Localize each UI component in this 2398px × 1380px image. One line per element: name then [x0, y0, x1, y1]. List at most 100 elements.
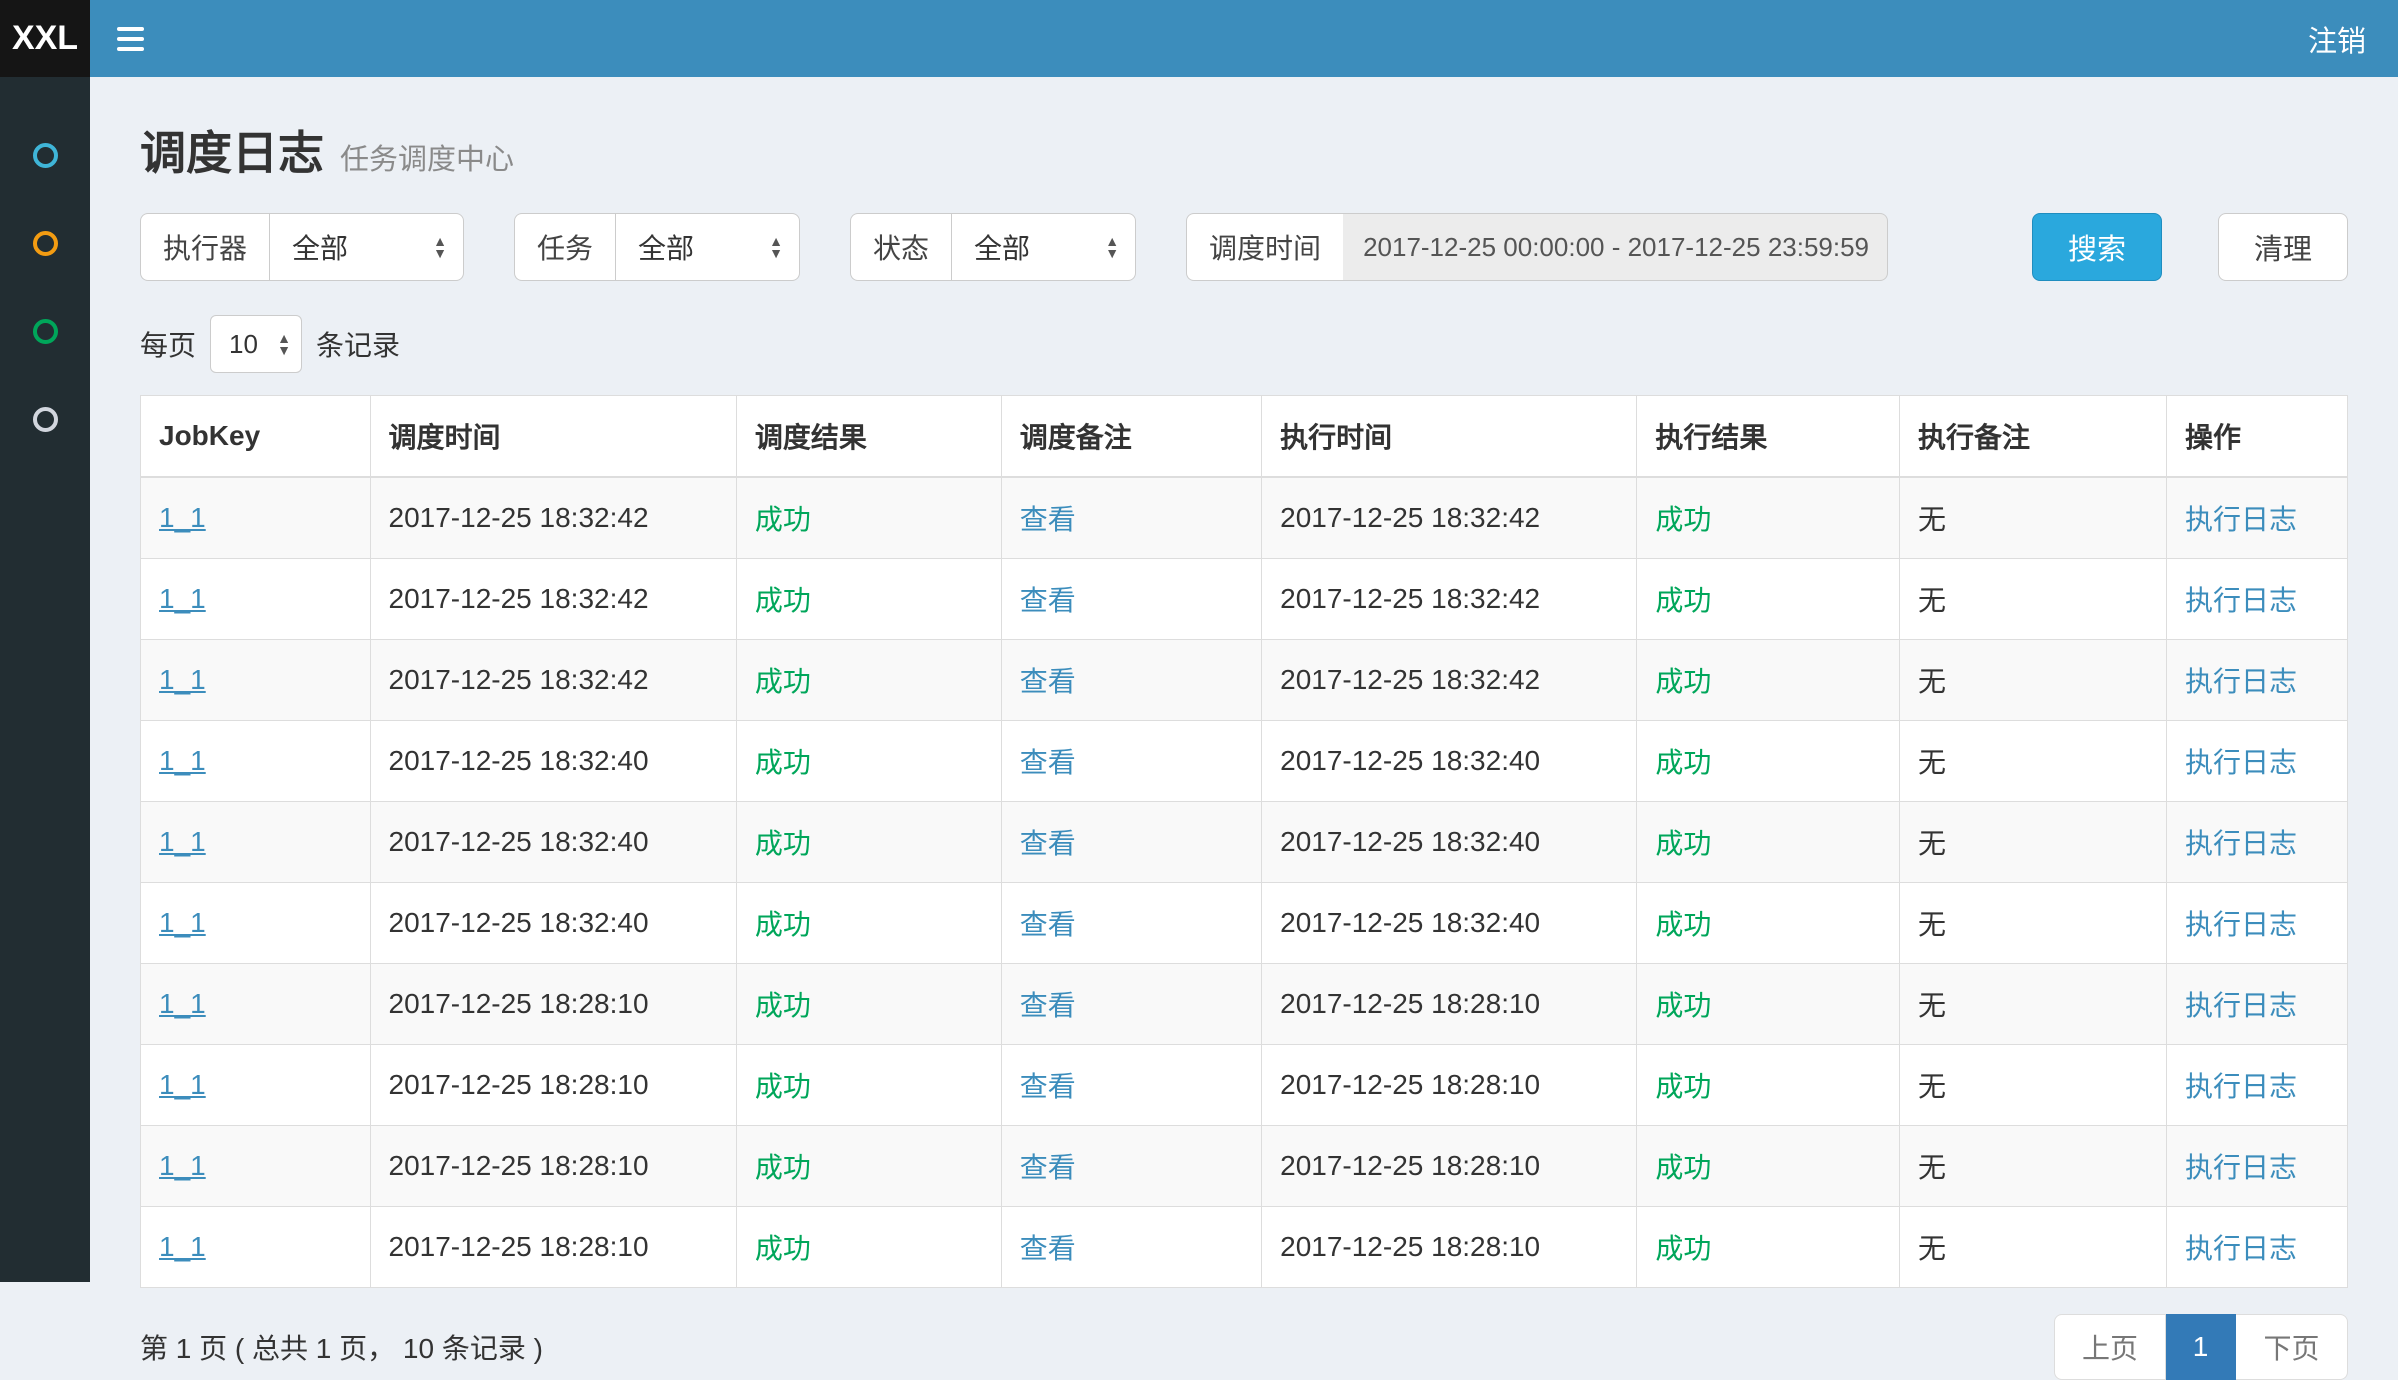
exec-log-link[interactable]: 执行日志: [2185, 828, 2297, 859]
trigger-time: 2017-12-25 18:28:10: [389, 1150, 649, 1181]
trigger-time: 2017-12-25 18:28:10: [389, 988, 649, 1019]
handle-result: 成功: [1655, 585, 1711, 616]
job-filter-label: 任务: [514, 213, 615, 281]
status-select[interactable]: 全部 ▲▼: [951, 213, 1136, 281]
table-row: 1_12017-12-25 18:32:40成功查看2017-12-25 18:…: [141, 721, 2348, 802]
job-key-link[interactable]: 1_1: [159, 745, 206, 776]
table-row: 1_12017-12-25 18:32:42成功查看2017-12-25 18:…: [141, 559, 2348, 640]
handle-time: 2017-12-25 18:28:10: [1280, 988, 1540, 1019]
filter-buttons: 搜索 清理: [2032, 213, 2348, 281]
trigger-result: 成功: [755, 666, 811, 697]
trigger-result: 成功: [755, 990, 811, 1021]
table-row: 1_12017-12-25 18:32:42成功查看2017-12-25 18:…: [141, 640, 2348, 721]
sidebar-item-1[interactable]: [0, 111, 90, 199]
trigger-msg-link[interactable]: 查看: [1020, 909, 1076, 940]
executor-select[interactable]: 全部 ▲▼: [269, 213, 464, 281]
executor-select-value: 全部: [292, 227, 348, 267]
logout-link[interactable]: 注销: [2276, 0, 2398, 77]
trigger-time-range-input[interactable]: 2017-12-25 00:00:00 - 2017-12-25 23:59:5…: [1343, 213, 1888, 281]
sidebar: [0, 77, 90, 1282]
table-header-row: JobKey 调度时间 调度结果 调度备注 执行时间 执行结果 执行备注 操作: [141, 396, 2348, 478]
trigger-result: 成功: [755, 1071, 811, 1102]
job-key-link[interactable]: 1_1: [159, 988, 206, 1019]
header-trigger-result: 调度结果: [736, 396, 1001, 478]
pagination: 上页 1 下页: [2054, 1314, 2348, 1380]
next-page-button[interactable]: 下页: [2236, 1314, 2348, 1380]
trigger-msg-link[interactable]: 查看: [1020, 666, 1076, 697]
exec-log-link[interactable]: 执行日志: [2185, 1152, 2297, 1183]
handle-msg: 无: [1918, 1071, 1946, 1102]
header-jobkey: JobKey: [141, 396, 371, 478]
trigger-msg-link[interactable]: 查看: [1020, 1233, 1076, 1264]
job-key-link[interactable]: 1_1: [159, 583, 206, 614]
hamburger-icon: [117, 47, 144, 51]
sidebar-item-2[interactable]: [0, 199, 90, 287]
handle-result: 成功: [1655, 1152, 1711, 1183]
job-key-link[interactable]: 1_1: [159, 907, 206, 938]
exec-log-link[interactable]: 执行日志: [2185, 585, 2297, 616]
circle-icon: [33, 319, 58, 344]
handle-result: 成功: [1655, 990, 1711, 1021]
exec-log-link[interactable]: 执行日志: [2185, 504, 2297, 535]
trigger-msg-link[interactable]: 查看: [1020, 747, 1076, 778]
handle-msg: 无: [1918, 504, 1946, 535]
exec-log-link[interactable]: 执行日志: [2185, 909, 2297, 940]
handle-time: 2017-12-25 18:32:40: [1280, 745, 1540, 776]
trigger-time: 2017-12-25 18:28:10: [389, 1069, 649, 1100]
trigger-result: 成功: [755, 909, 811, 940]
table-row: 1_12017-12-25 18:32:40成功查看2017-12-25 18:…: [141, 883, 2348, 964]
job-key-link[interactable]: 1_1: [159, 1069, 206, 1100]
sidebar-item-3[interactable]: [0, 287, 90, 375]
prev-page-button[interactable]: 上页: [2054, 1314, 2166, 1380]
trigger-msg-link[interactable]: 查看: [1020, 828, 1076, 859]
trigger-msg-link[interactable]: 查看: [1020, 1071, 1076, 1102]
job-key-link[interactable]: 1_1: [159, 1150, 206, 1181]
handle-result: 成功: [1655, 1233, 1711, 1264]
trigger-msg-link[interactable]: 查看: [1020, 1152, 1076, 1183]
exec-log-link[interactable]: 执行日志: [2185, 990, 2297, 1021]
job-filter-group: 任务 全部 ▲▼: [514, 213, 800, 281]
trigger-msg-link[interactable]: 查看: [1020, 504, 1076, 535]
status-filter-group: 状态 全部 ▲▼: [850, 213, 1136, 281]
handle-msg: 无: [1918, 666, 1946, 697]
handle-time: 2017-12-25 18:28:10: [1280, 1069, 1540, 1100]
job-key-link[interactable]: 1_1: [159, 826, 206, 857]
select-arrows-icon: ▲▼: [1105, 235, 1119, 259]
trigger-time: 2017-12-25 18:32:42: [389, 583, 649, 614]
sidebar-toggle-button[interactable]: [90, 0, 170, 77]
sidebar-item-4[interactable]: [0, 375, 90, 463]
trigger-time-filter-label: 调度时间: [1186, 213, 1343, 281]
job-key-link[interactable]: 1_1: [159, 502, 206, 533]
handle-result: 成功: [1655, 909, 1711, 940]
handle-msg: 无: [1918, 1233, 1946, 1264]
handle-time: 2017-12-25 18:28:10: [1280, 1150, 1540, 1181]
trigger-time: 2017-12-25 18:28:10: [389, 1231, 649, 1262]
handle-result: 成功: [1655, 747, 1711, 778]
job-select[interactable]: 全部 ▲▼: [615, 213, 800, 281]
handle-time: 2017-12-25 18:32:40: [1280, 826, 1540, 857]
exec-log-link[interactable]: 执行日志: [2185, 1071, 2297, 1102]
handle-msg: 无: [1918, 909, 1946, 940]
handle-time: 2017-12-25 18:28:10: [1280, 1231, 1540, 1262]
exec-log-link[interactable]: 执行日志: [2185, 747, 2297, 778]
page-size-select[interactable]: 10 ▲▼: [210, 315, 302, 373]
exec-log-link[interactable]: 执行日志: [2185, 666, 2297, 697]
clear-button[interactable]: 清理: [2218, 213, 2348, 281]
current-page-button[interactable]: 1: [2166, 1314, 2236, 1380]
job-key-link[interactable]: 1_1: [159, 664, 206, 695]
circle-icon: [33, 231, 58, 256]
search-button[interactable]: 搜索: [2032, 213, 2162, 281]
job-key-link[interactable]: 1_1: [159, 1231, 206, 1262]
trigger-time: 2017-12-25 18:32:42: [389, 664, 649, 695]
exec-log-link[interactable]: 执行日志: [2185, 1233, 2297, 1264]
handle-msg: 无: [1918, 585, 1946, 616]
handle-msg: 无: [1918, 990, 1946, 1021]
handle-result: 成功: [1655, 504, 1711, 535]
trigger-msg-link[interactable]: 查看: [1020, 990, 1076, 1021]
trigger-msg-link[interactable]: 查看: [1020, 585, 1076, 616]
circle-icon: [33, 143, 58, 168]
circle-icon: [33, 407, 58, 432]
app-logo[interactable]: XXL: [0, 0, 90, 77]
select-arrows-icon: ▲▼: [769, 235, 783, 259]
navbar: 注销: [90, 0, 2398, 77]
